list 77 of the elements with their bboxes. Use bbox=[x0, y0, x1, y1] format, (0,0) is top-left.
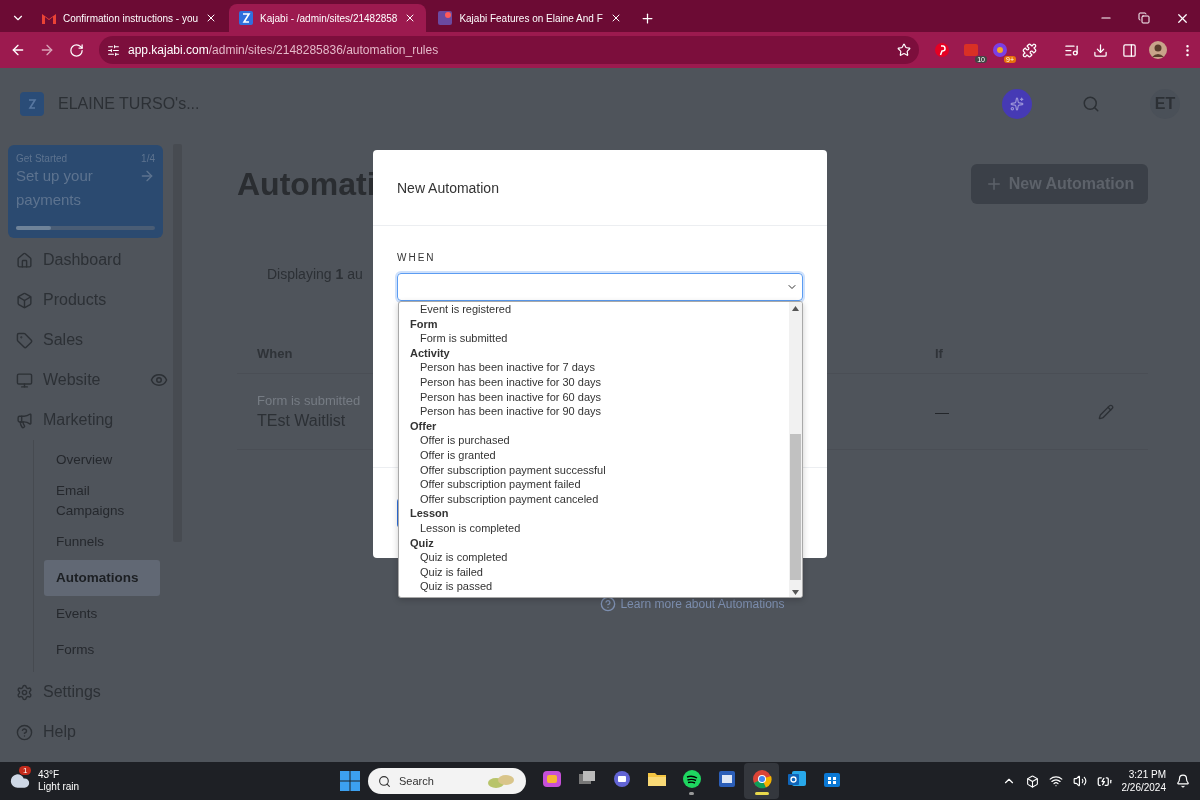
media-control-icon[interactable] bbox=[1063, 42, 1079, 58]
volume-icon[interactable] bbox=[1072, 774, 1087, 788]
notification-badge: 1 bbox=[19, 766, 32, 775]
app-icon bbox=[438, 11, 453, 25]
notification-bell-icon[interactable] bbox=[1176, 774, 1190, 788]
chrome-icon[interactable] bbox=[750, 767, 773, 790]
reload-icon[interactable] bbox=[68, 42, 84, 58]
clock[interactable]: 3:21 PM 2/26/2024 bbox=[1121, 768, 1166, 794]
nuts-icon bbox=[486, 773, 516, 789]
dropdown-option[interactable]: Person has been inactive for 90 days bbox=[399, 404, 789, 419]
taskbar-app[interactable] bbox=[744, 763, 779, 799]
colorful-extension-icon[interactable] bbox=[992, 42, 1008, 58]
weather-condition: Light rain bbox=[38, 781, 80, 793]
option-group-label: Activity bbox=[409, 345, 451, 361]
scrollbar-track[interactable] bbox=[789, 302, 802, 597]
when-select[interactable] bbox=[397, 273, 803, 301]
option-group-label: Offer bbox=[409, 418, 438, 434]
settings-icon bbox=[16, 683, 33, 701]
back-icon[interactable] bbox=[10, 42, 26, 58]
dropdown-option[interactable]: Person has been inactive for 30 days bbox=[399, 374, 789, 390]
browser-tab[interactable]: Kajabi Features on Elaine And F bbox=[428, 4, 632, 32]
side-panel-icon[interactable] bbox=[1121, 42, 1137, 58]
dropdown-option[interactable]: Person has been inactive for 60 days bbox=[399, 389, 789, 405]
site-settings-icon[interactable] bbox=[107, 43, 120, 57]
help-icon bbox=[600, 596, 617, 612]
start-button[interactable] bbox=[340, 771, 360, 791]
new-tab-icon[interactable] bbox=[640, 10, 656, 26]
dropdown-option[interactable]: Offer subscription payment successful bbox=[399, 462, 789, 478]
pin-extension-icon[interactable] bbox=[934, 42, 950, 58]
browser-tab[interactable]: Kajabi - /admin/sites/21482858 bbox=[229, 4, 427, 32]
search-icon bbox=[378, 774, 391, 788]
dropdown-option[interactable]: Person has been inactive for 7 days bbox=[399, 360, 789, 375]
dropdown-option[interactable]: Offer subscription payment failed bbox=[399, 477, 789, 492]
option-group-label: Quiz bbox=[409, 535, 435, 551]
table-cell: — bbox=[935, 403, 949, 420]
dropdown-option[interactable]: Event is registered bbox=[399, 302, 789, 317]
music-app-icon[interactable] bbox=[680, 767, 703, 790]
profile-avatar[interactable] bbox=[1149, 41, 1167, 59]
wifi-icon[interactable] bbox=[1048, 774, 1063, 788]
arrow-icon bbox=[139, 168, 155, 184]
cloud-icon bbox=[10, 771, 30, 791]
dropdown-option[interactable]: Offer is granted bbox=[399, 447, 789, 463]
tag-icon bbox=[16, 331, 33, 349]
dropdown-option[interactable]: Quiz is passed bbox=[399, 579, 789, 594]
megaphone-icon bbox=[16, 411, 33, 429]
dropdown-option[interactable]: Lesson is completed bbox=[399, 520, 789, 536]
dropdown-option[interactable]: Offer subscription payment canceled bbox=[399, 491, 789, 507]
sparkle-icon bbox=[1010, 97, 1024, 111]
help-icon bbox=[16, 723, 33, 741]
option-group-label: Form bbox=[409, 316, 439, 332]
taskbar-search[interactable]: Search bbox=[368, 768, 526, 794]
temperature: 43°F bbox=[38, 769, 61, 781]
modal-title: New Automation bbox=[397, 179, 499, 196]
dropdown-option[interactable]: Offer is purchased bbox=[399, 433, 789, 448]
extensions-icon[interactable] bbox=[1021, 42, 1037, 58]
dropdown-option[interactable]: Quiz is completed bbox=[399, 550, 789, 565]
box-icon bbox=[16, 291, 33, 309]
download-icon[interactable] bbox=[1092, 42, 1108, 58]
mail-icon bbox=[42, 12, 56, 24]
home-icon bbox=[16, 251, 33, 269]
field-label: WHEN bbox=[397, 252, 437, 263]
ai-assistant-button[interactable] bbox=[1002, 89, 1032, 119]
kajabi-logo-icon bbox=[239, 11, 254, 25]
option-group-label: Lesson bbox=[409, 506, 450, 521]
k-mark-icon bbox=[26, 98, 38, 110]
forward-icon[interactable] bbox=[39, 42, 55, 58]
restore-icon[interactable] bbox=[1138, 12, 1150, 24]
scroll-down-icon[interactable] bbox=[792, 590, 799, 595]
monitor-icon bbox=[16, 371, 33, 389]
scroll-up-icon[interactable] bbox=[792, 306, 799, 311]
scrollbar-thumb[interactable] bbox=[790, 434, 801, 580]
bookmark-star-icon[interactable] bbox=[897, 43, 911, 57]
dropdown-option[interactable]: Quiz is failed bbox=[399, 564, 789, 580]
browser-tab[interactable]: Confirmation instructions - you bbox=[32, 4, 228, 32]
dropdown-option[interactable]: Form is submitted bbox=[399, 331, 789, 346]
box-icon[interactable] bbox=[1025, 774, 1039, 788]
address-bar[interactable]: app.kajabi.com/admin/sites/2148285836/automation_rules bbox=[99, 36, 919, 64]
